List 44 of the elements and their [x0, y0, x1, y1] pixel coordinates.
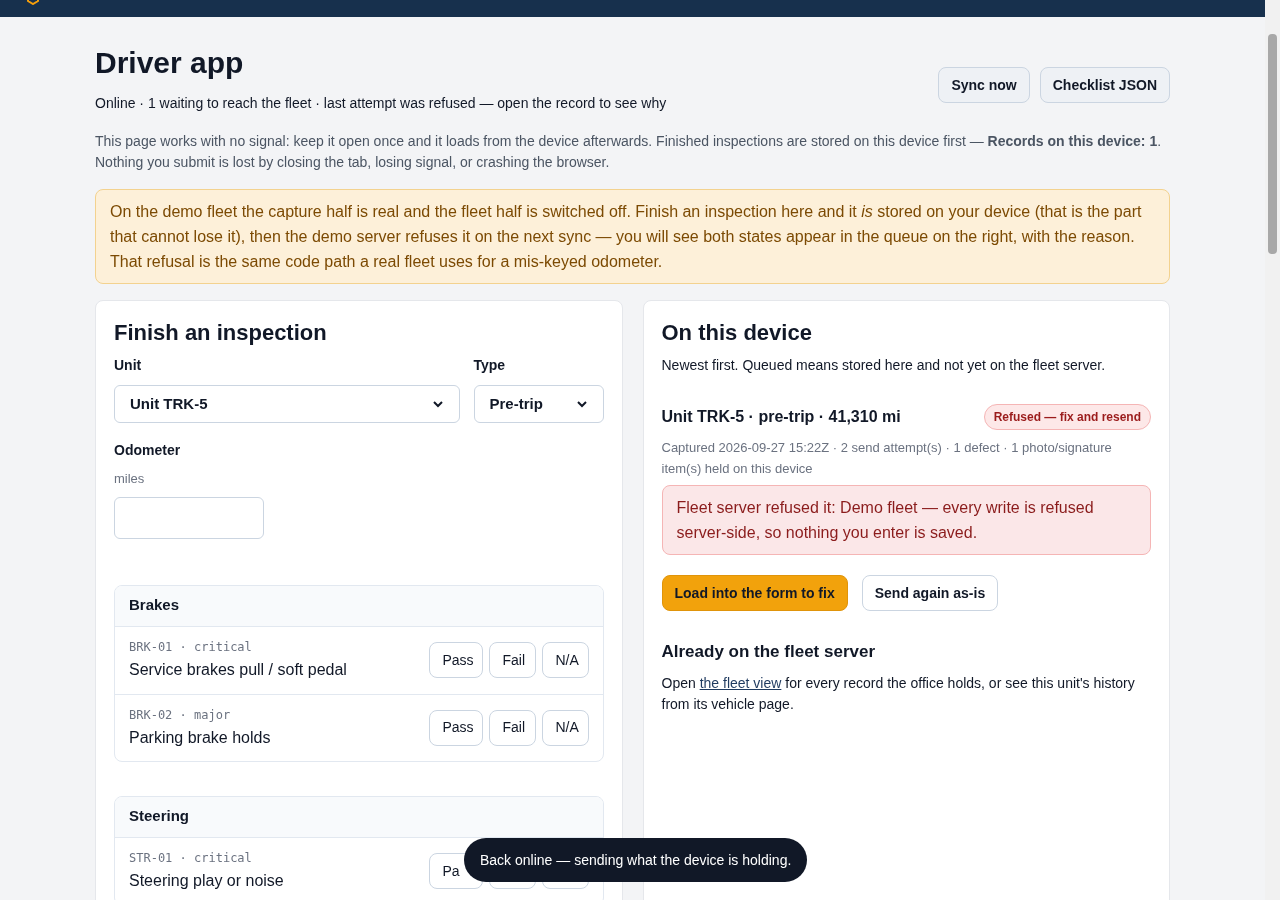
error-message: Fleet server refused it: Demo fleet — every write is refused server-side, so nothing you enter is saved. [661, 485, 1151, 555]
result-option[interactable]: Fail [488, 642, 536, 678]
item-code: BRK-02 · major [129, 706, 232, 724]
header-button[interactable]: Sync now [938, 67, 1030, 103]
section-title: Steering [129, 806, 189, 827]
status-badge: Refused — fix and resend [983, 404, 1151, 430]
item-code: BRK-01 · critical [129, 639, 253, 656]
result-option[interactable]: Pass [428, 709, 483, 746]
scrollbar-thumb[interactable] [1268, 34, 1277, 254]
field-label: Unit [114, 356, 143, 375]
header-button[interactable]: Checklist JSON [1039, 67, 1170, 103]
item-text: Parking brake holds [129, 727, 271, 748]
record-meta: Captured 2026-09-27 15:22Z · 2 send attempt(s) · 1 defect · 1 photo/signature item(s) held on this device [661, 439, 1113, 478]
unit-select[interactable]: Unit TRK-5 [114, 385, 460, 423]
field-label: Type [473, 356, 507, 375]
field-hint: miles [114, 470, 146, 488]
card-title: On this device [661, 319, 813, 347]
result-option[interactable]: N/A [541, 709, 589, 746]
fleet-text: Open the fleet view for every record the office holds, or see this unit's history from its vehicle page. [661, 673, 1136, 714]
sync-status: Online · 1 waiting to reach the fleet · last attempt was refused — open the record to see why [95, 94, 667, 113]
toast: Back online — sending what the device is holding. [464, 838, 808, 882]
result-option[interactable]: Pass [428, 642, 483, 678]
demo-notice: On the demo fleet the capture half is real and the fleet half is switched off. Finish an inspection here and it is stored on your device (that is the part that cannot lose it), then the demo server refuses it on the next sync — you will see both states appear in the queue on the right, with the reason. That refusal is the same code path a real fleet uses for a mis-keyed odometer. [95, 189, 1170, 284]
resend-button[interactable]: Send again as-is [861, 575, 999, 611]
item-text: Service brakes pull / soft pedal [129, 660, 347, 680]
odometer-field[interactable] [114, 496, 264, 539]
load-form-button[interactable]: Load into the form to fix [661, 575, 848, 611]
card-subtitle: Newest first. Queued means stored here and not yet on the fleet server. [661, 356, 1107, 375]
result-option[interactable]: N/A [541, 642, 589, 678]
section-title: Brakes [129, 595, 180, 616]
page-title: Driver app [95, 45, 245, 81]
section-heading: Already on the fleet server [661, 641, 877, 663]
card-title: Finish an inspection [114, 319, 328, 347]
result-option[interactable]: Fail [488, 709, 536, 746]
info-text: This page works with no signal: keep it open once and it loads from the device afterwards. Finished inspections are stored on this device first — Records on this device: 1. Nothing you submit is lost by closing the tab, losing signal, or crashing the browser. [95, 132, 1163, 172]
record-title: Unit TRK-5 · pre-trip · 41,310 mi [661, 407, 901, 427]
item-text: Steering play or noise [129, 871, 284, 891]
chevron-down-icon [431, 398, 444, 410]
type-select[interactable]: Pre-trip [473, 385, 604, 423]
field-label: Odometer [114, 441, 182, 460]
chevron-down-icon [575, 398, 588, 410]
item-code: STR-01 · critical [129, 850, 253, 867]
scrollbar[interactable] [1265, 0, 1280, 900]
fleet-view-link[interactable]: the fleet view [699, 674, 782, 691]
